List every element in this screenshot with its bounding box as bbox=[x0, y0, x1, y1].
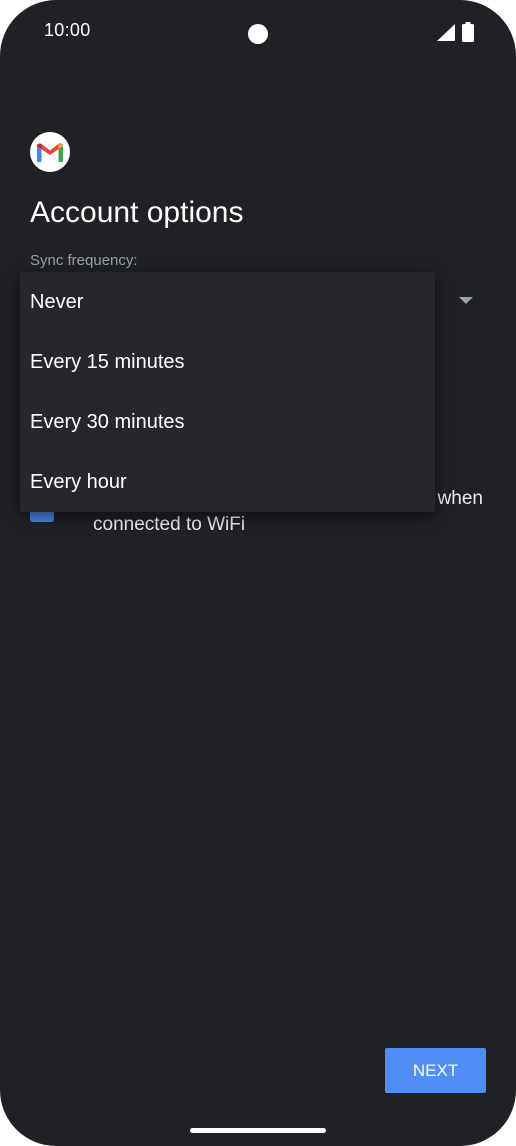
sync-frequency-label: Sync frequency: bbox=[30, 252, 138, 269]
sync-option-hour[interactable]: Every hour bbox=[20, 452, 435, 512]
signal-icon bbox=[437, 24, 455, 41]
sync-option-never[interactable]: Never bbox=[20, 272, 435, 332]
sync-option-30-minutes[interactable]: Every 30 minutes bbox=[20, 392, 435, 452]
dropdown-arrow-icon[interactable] bbox=[459, 297, 473, 304]
page-title: Account options bbox=[30, 196, 244, 229]
home-indicator[interactable] bbox=[190, 1128, 326, 1133]
camera-cutout bbox=[248, 24, 268, 44]
gmail-icon bbox=[37, 143, 63, 162]
next-button[interactable]: NEXT bbox=[385, 1048, 486, 1093]
wifi-download-label-line2: connected to WiFi bbox=[93, 514, 246, 535]
sync-frequency-dropdown: Never Every 15 minutes Every 30 minutes … bbox=[20, 272, 435, 512]
gmail-logo bbox=[30, 132, 70, 172]
status-time: 10:00 bbox=[44, 20, 91, 40]
screen: 10:00 Account options Sync frequency: wh… bbox=[0, 0, 516, 1146]
battery-icon bbox=[462, 22, 474, 42]
sync-option-15-minutes[interactable]: Every 15 minutes bbox=[20, 332, 435, 392]
